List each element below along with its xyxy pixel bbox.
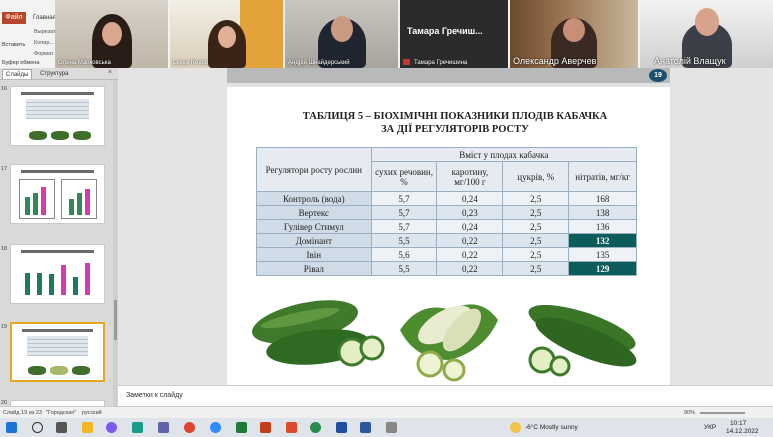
clock-date[interactable]: 14.12.2022	[726, 428, 759, 435]
face	[217, 26, 236, 48]
video-tile-anatoliy[interactable]: Анатолій Влащук	[640, 0, 773, 68]
search-icon[interactable]	[32, 422, 43, 433]
participant-name: Олександр Аверчев	[513, 56, 597, 66]
participant-name: Олена Марковська	[58, 60, 111, 66]
zoom-icon[interactable]	[210, 422, 221, 433]
slide-number: 16	[1, 86, 8, 92]
app-icon[interactable]	[310, 422, 321, 433]
slide-thumbnails-pane: 16 17 18 19 20	[0, 80, 118, 408]
tab-structure[interactable]: Структура	[37, 69, 71, 79]
video-tile-andriy[interactable]: Андрій Шнайдерський	[285, 0, 398, 68]
teams-icon[interactable]	[158, 422, 169, 433]
highlighted-cell: 132	[568, 233, 637, 248]
table-header-nitrates: нітратів, мг/кг	[568, 161, 637, 192]
paste-button[interactable]: Вставить	[2, 42, 25, 48]
slide-thumbnail-16[interactable]	[10, 86, 105, 146]
video-tile-tamara[interactable]: Тамара Гречиш... Тамара Гречишина	[400, 0, 508, 68]
slide-number-badge: 19	[649, 69, 667, 82]
video-tile-lesya[interactable]: Lesya Revbo	[170, 0, 283, 68]
file-explorer-icon[interactable]	[82, 422, 93, 433]
slide-thumbnail-17[interactable]	[10, 164, 105, 224]
task-view-icon[interactable]	[56, 422, 67, 433]
table-header-sugar: цукрів, %	[502, 161, 570, 192]
zucchini-image-center	[400, 304, 498, 382]
pane-tabs: Слайды Структура ×	[0, 68, 118, 80]
close-icon[interactable]: ×	[108, 69, 112, 76]
slide-number: 18	[1, 246, 8, 252]
participant-name: Тамара Гречишина	[414, 60, 468, 66]
participant-big-name: Тамара Гречиш...	[407, 26, 483, 36]
zucchini-image-right	[528, 304, 637, 377]
keyboard-language[interactable]: УКР	[704, 424, 716, 431]
slide-header-stripe	[227, 83, 670, 87]
video-tile-oleksandr[interactable]: Олександр Аверчев	[510, 0, 638, 68]
biochem-table: Регулятори росту рослин Вміст у плодах к…	[256, 147, 638, 276]
copy-button[interactable]: Копир...	[34, 40, 54, 46]
slide-number: 17	[1, 166, 8, 172]
word-icon[interactable]	[360, 422, 371, 433]
slide-thumbnail-19[interactable]	[10, 322, 105, 382]
app-icon[interactable]	[336, 422, 347, 433]
participant-name: Андрій Шнайдерський	[288, 60, 350, 66]
face	[694, 8, 719, 36]
app-icon[interactable]	[132, 422, 143, 433]
excel-icon[interactable]	[236, 422, 247, 433]
clock-time[interactable]: 10:17	[730, 420, 746, 427]
table-header-regulators: Регулятори росту рослин	[256, 147, 372, 192]
file-button[interactable]: Файл	[2, 12, 26, 24]
zoom-slider[interactable]	[700, 412, 745, 414]
video-tile-olena[interactable]: Олена Марковська	[55, 0, 168, 68]
highlighted-cell: 129	[568, 261, 637, 276]
table-row: Контроль (вода) 5,7 0,24 2,5 168	[256, 191, 637, 206]
slide-header-bar	[227, 68, 670, 83]
app-icon[interactable]	[386, 422, 397, 433]
app-icon[interactable]	[106, 422, 117, 433]
table-row: Івін 5,6 0,22 2,5 135	[256, 247, 637, 262]
slide-number: 19	[1, 324, 8, 330]
weather-icon	[510, 422, 521, 433]
slide-thumbnail-18[interactable]	[10, 244, 105, 304]
taskbar: -6°C Mostly sunny УКР 10:17 14.12.2022	[0, 418, 773, 437]
slide-title-line-1: ТАБЛИЦЯ 5 – БІОХІМІЧНІ ПОКАЗНИКИ ПЛОДІВ …	[302, 111, 608, 122]
face	[330, 16, 353, 42]
table-group-header: Вміст у плодах кабачка	[370, 147, 638, 162]
zucchini-image-left	[252, 300, 385, 367]
slide-title-line-2: ЗА ДІЇ РЕГУЛЯТОРІВ РОСТУ	[381, 124, 529, 135]
powerpoint-icon[interactable]	[260, 422, 271, 433]
app-icon[interactable]	[286, 422, 297, 433]
tab-home[interactable]: Главная	[33, 15, 56, 21]
clipboard-group-label: Буфер обмена	[2, 60, 40, 66]
tab-slides[interactable]: Слайды	[2, 69, 33, 79]
status-bar: Слайд 19 из 23 "Городская" русский 90%	[0, 406, 773, 418]
slide-notes-field[interactable]: Заметки к слайду	[118, 385, 773, 406]
table-row: Рівал 5,5 0,22 2,5 129	[256, 261, 637, 276]
door	[240, 0, 283, 68]
table-header-dry: сухих речовин, %	[370, 161, 438, 192]
screen: Файл Главная Вставить Буфер обмена Вырез…	[0, 0, 773, 437]
windows-start-icon[interactable]	[6, 422, 17, 433]
table-header-carotene: каротину, мг/100 г	[436, 161, 504, 192]
table-row: Вертекс 5,7 0,23 2,5 138	[256, 205, 637, 220]
weather-text[interactable]: -6°C Mostly sunny	[525, 424, 578, 431]
table-row: Домінант 5,5 0,22 2,5 132	[256, 233, 637, 248]
face	[563, 18, 585, 42]
participant-name: Анатолій Влащук	[654, 56, 726, 66]
participant-name: Lesya Revbo	[173, 60, 209, 66]
face	[101, 22, 122, 46]
table-row: Гулівер Стимул 5,7 0,24 2,5 136	[256, 219, 637, 234]
chrome-icon[interactable]	[184, 422, 195, 433]
format-painter-button[interactable]: Формат	[34, 51, 54, 57]
mic-muted-icon	[403, 59, 410, 65]
pane-scroll-thumb[interactable]	[114, 300, 117, 340]
